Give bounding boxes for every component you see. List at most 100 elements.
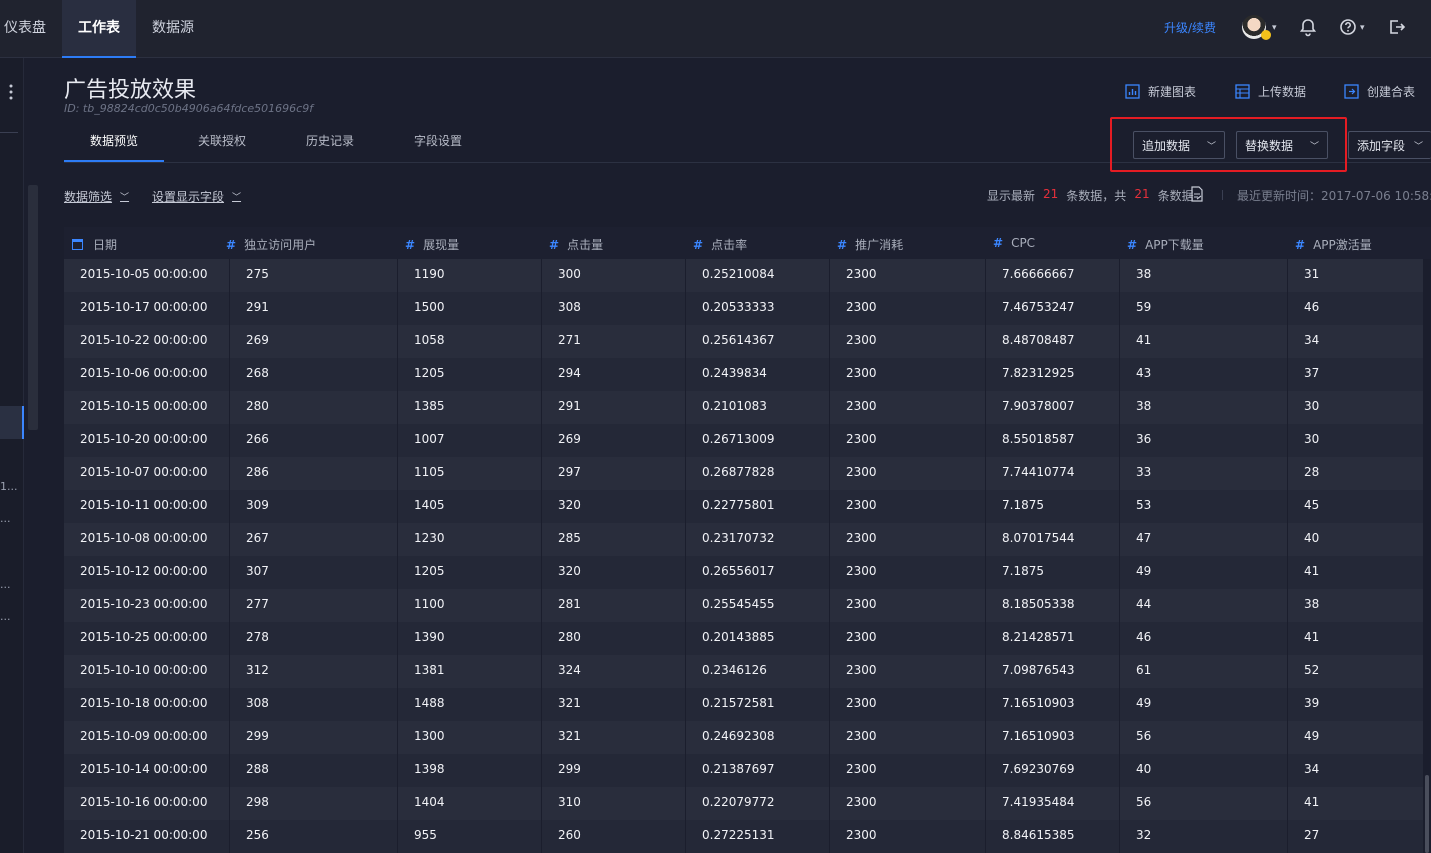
table-cell[interactable]: 28 [1288, 457, 1424, 490]
table-cell[interactable]: 40 [1288, 523, 1424, 556]
table-cell[interactable]: 2015-10-25 00:00:00 [64, 622, 230, 655]
table-cell[interactable]: 7.1875 [986, 490, 1120, 523]
table-cell[interactable]: 281 [542, 589, 686, 622]
column-header-date[interactable]: 日期 [72, 236, 117, 253]
table-cell[interactable]: 7.90378007 [986, 391, 1120, 424]
display-fields-dropdown[interactable]: 设置显示字段 ﹀ [152, 188, 241, 205]
table-cell[interactable]: 307 [230, 556, 398, 589]
table-cell[interactable]: 2015-10-05 00:00:00 [64, 259, 230, 292]
table-cell[interactable]: 2300 [830, 358, 986, 391]
table-cell[interactable]: 0.22775801 [686, 490, 830, 523]
table-cell[interactable]: 38 [1288, 589, 1424, 622]
table-cell[interactable]: 0.21387697 [686, 754, 830, 787]
table-cell[interactable]: 275 [230, 259, 398, 292]
table-cell[interactable]: 34 [1288, 754, 1424, 787]
table-cell[interactable]: 288 [230, 754, 398, 787]
table-row[interactable]: 2015-10-18 00:00:00 308 1488 321 0.21572581 2… [64, 688, 1424, 721]
table-cell[interactable]: 2015-10-09 00:00:00 [64, 721, 230, 754]
table-cell[interactable]: 320 [542, 490, 686, 523]
data-filter-dropdown[interactable]: 数据筛选 ﹀ [64, 188, 129, 205]
table-cell[interactable]: 312 [230, 655, 398, 688]
table-cell[interactable]: 2300 [830, 721, 986, 754]
export-icon[interactable] [1189, 186, 1205, 202]
table-cell[interactable]: 320 [542, 556, 686, 589]
table-cell[interactable]: 2300 [830, 820, 986, 853]
tab-data-preview[interactable]: 数据预览 [64, 126, 164, 162]
table-row[interactable]: 2015-10-09 00:00:00 299 1300 321 0.24692308 2… [64, 721, 1424, 754]
more-vertical-icon[interactable] [8, 84, 14, 100]
table-cell[interactable]: 0.26556017 [686, 556, 830, 589]
table-cell[interactable]: 0.2346126 [686, 655, 830, 688]
table-cell[interactable]: 1385 [398, 391, 542, 424]
table-row[interactable]: 2015-10-11 00:00:00 309 1405 320 0.22775801 2… [64, 490, 1424, 523]
table-cell[interactable]: 285 [542, 523, 686, 556]
table-cell[interactable]: 56 [1120, 721, 1288, 754]
nav-worksheet[interactable]: 工作表 [62, 0, 136, 58]
table-cell[interactable]: 52 [1288, 655, 1424, 688]
sidebar-item-truncated[interactable]: 1... [0, 480, 18, 493]
table-cell[interactable]: 2015-10-23 00:00:00 [64, 589, 230, 622]
table-cell[interactable]: 2300 [830, 259, 986, 292]
table-cell[interactable]: 2015-10-18 00:00:00 [64, 688, 230, 721]
table-cell[interactable]: 321 [542, 721, 686, 754]
table-row[interactable]: 2015-10-16 00:00:00 298 1404 310 0.22079772 2… [64, 787, 1424, 820]
nav-datasource[interactable]: 数据源 [152, 0, 202, 58]
table-row[interactable]: 2015-10-12 00:00:00 307 1205 320 0.26556017 2… [64, 556, 1424, 589]
table-cell[interactable]: 41 [1288, 622, 1424, 655]
table-cell[interactable]: 2300 [830, 325, 986, 358]
table-row[interactable]: 2015-10-23 00:00:00 277 1100 281 0.25545455 2… [64, 589, 1424, 622]
table-row[interactable]: 2015-10-15 00:00:00 280 1385 291 0.2101083 23… [64, 391, 1424, 424]
table-row[interactable]: 2015-10-25 00:00:00 278 1390 280 0.20143885 2… [64, 622, 1424, 655]
table-cell[interactable]: 46 [1120, 622, 1288, 655]
table-cell[interactable]: 7.82312925 [986, 358, 1120, 391]
sidebar-scrollbar[interactable] [28, 185, 38, 430]
table-cell[interactable]: 2300 [830, 688, 986, 721]
table-cell[interactable]: 297 [542, 457, 686, 490]
table-cell[interactable]: 1205 [398, 358, 542, 391]
table-cell[interactable]: 2015-10-17 00:00:00 [64, 292, 230, 325]
table-cell[interactable]: 7.69230769 [986, 754, 1120, 787]
table-cell[interactable]: 2300 [830, 391, 986, 424]
sidebar-active-item[interactable] [0, 406, 24, 439]
table-cell[interactable]: 291 [230, 292, 398, 325]
table-cell[interactable]: 310 [542, 787, 686, 820]
table-cell[interactable]: 278 [230, 622, 398, 655]
table-cell[interactable]: 53 [1120, 490, 1288, 523]
table-cell[interactable]: 1488 [398, 688, 542, 721]
table-cell[interactable]: 1398 [398, 754, 542, 787]
column-header[interactable]: # CPC [993, 236, 1035, 250]
tab-field-settings[interactable]: 字段设置 [396, 126, 480, 162]
table-cell[interactable]: 2300 [830, 556, 986, 589]
table-cell[interactable]: 8.55018587 [986, 424, 1120, 457]
table-cell[interactable]: 267 [230, 523, 398, 556]
table-cell[interactable]: 2300 [830, 523, 986, 556]
table-cell[interactable]: 56 [1120, 787, 1288, 820]
table-cell[interactable]: 308 [542, 292, 686, 325]
column-header[interactable]: # 展现量 [405, 236, 459, 253]
nav-dashboard[interactable]: 仪表盘 [4, 0, 50, 58]
table-cell[interactable]: 291 [542, 391, 686, 424]
table-cell[interactable]: 45 [1288, 490, 1424, 523]
table-row[interactable]: 2015-10-08 00:00:00 267 1230 285 0.23170732 2… [64, 523, 1424, 556]
table-cell[interactable]: 8.48708487 [986, 325, 1120, 358]
table-cell[interactable]: 61 [1120, 655, 1288, 688]
table-cell[interactable]: 260 [542, 820, 686, 853]
table-scrollbar[interactable] [1425, 775, 1429, 853]
table-cell[interactable]: 1405 [398, 490, 542, 523]
table-cell[interactable]: 0.25545455 [686, 589, 830, 622]
table-cell[interactable]: 300 [542, 259, 686, 292]
table-cell[interactable]: 2015-10-06 00:00:00 [64, 358, 230, 391]
bell-icon[interactable] [1297, 16, 1319, 38]
table-cell[interactable]: 2015-10-22 00:00:00 [64, 325, 230, 358]
table-row[interactable]: 2015-10-05 00:00:00 275 1190 300 0.25210084 2… [64, 259, 1424, 292]
table-cell[interactable]: 40 [1120, 754, 1288, 787]
table-cell[interactable]: 299 [230, 721, 398, 754]
table-cell[interactable]: 0.25614367 [686, 325, 830, 358]
table-cell[interactable]: 2015-10-15 00:00:00 [64, 391, 230, 424]
table-cell[interactable]: 31 [1288, 259, 1424, 292]
table-cell[interactable]: 41 [1288, 556, 1424, 589]
table-cell[interactable]: 2300 [830, 787, 986, 820]
table-cell[interactable]: 34 [1288, 325, 1424, 358]
table-cell[interactable]: 268 [230, 358, 398, 391]
table-cell[interactable]: 2300 [830, 622, 986, 655]
